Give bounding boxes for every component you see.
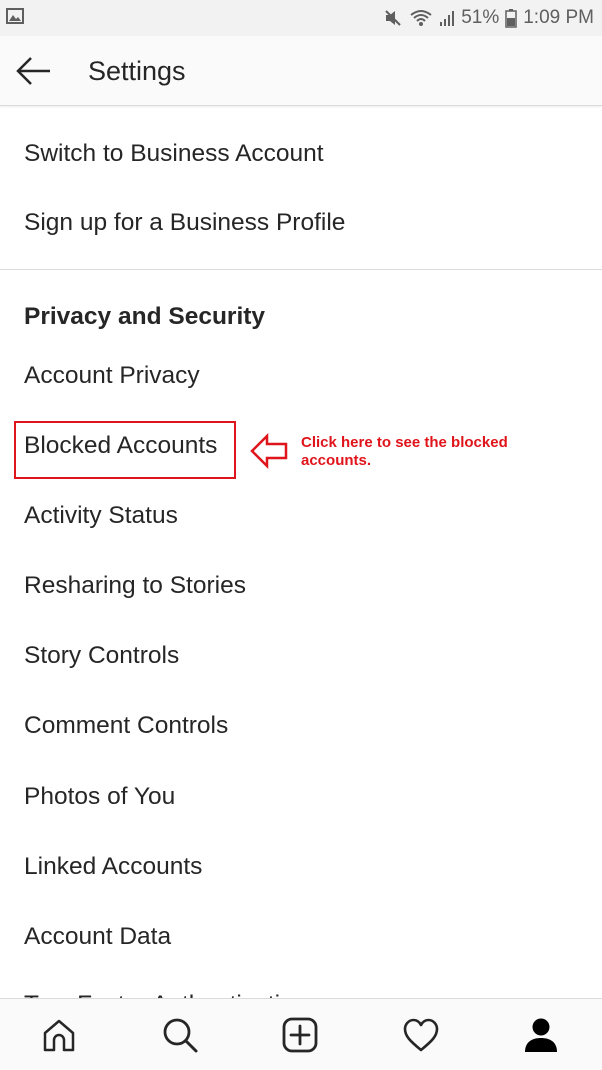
settings-list: Switch to Business Account Sign up for a…: [0, 107, 602, 998]
battery-icon: [505, 8, 517, 28]
status-bar: 51% 1:09 PM: [0, 0, 602, 36]
mute-icon: [383, 8, 403, 28]
section-title-privacy: Privacy and Security: [24, 303, 266, 330]
profile-icon: [525, 1018, 557, 1052]
linked-accounts-item[interactable]: Linked Accounts: [24, 852, 202, 882]
app-header: Settings: [0, 36, 602, 106]
highlight-box: [14, 421, 236, 479]
activity-status-item[interactable]: Activity Status: [24, 501, 178, 531]
arrow-left-icon: [16, 57, 50, 85]
page-title: Settings: [88, 56, 186, 86]
home-icon: [43, 1019, 75, 1052]
add-post-icon: [282, 1017, 318, 1053]
photos-of-you-item[interactable]: Photos of You: [24, 782, 175, 812]
sign-up-business-profile[interactable]: Sign up for a Business Profile: [24, 208, 345, 238]
divider: [0, 269, 602, 270]
back-button[interactable]: [14, 54, 54, 88]
nav-add-post-button[interactable]: [280, 1015, 320, 1055]
nav-profile-button[interactable]: [521, 1015, 561, 1055]
arrow-left-annotation-icon: [250, 432, 288, 470]
story-controls-item[interactable]: Story Controls: [24, 641, 179, 671]
account-data-item[interactable]: Account Data: [24, 922, 171, 952]
resharing-to-stories-item[interactable]: Resharing to Stories: [24, 571, 246, 601]
nav-home-button[interactable]: [39, 1015, 79, 1055]
account-privacy-item[interactable]: Account Privacy: [24, 361, 200, 391]
annotation-text: Click here to see the blocked accounts.: [301, 434, 508, 469]
clock: 1:09 PM: [523, 7, 594, 28]
battery-percent: 51%: [461, 7, 500, 28]
nav-search-button[interactable]: [160, 1015, 200, 1055]
nav-activity-button[interactable]: [401, 1015, 441, 1055]
two-factor-authentication-item[interactable]: Two-Factor Authentication: [24, 990, 307, 998]
comment-controls-item[interactable]: Comment Controls: [24, 711, 228, 741]
signal-icon: [439, 8, 455, 28]
switch-to-business-account[interactable]: Switch to Business Account: [24, 139, 324, 169]
bottom-navigation: [0, 998, 602, 1070]
wifi-icon: [409, 8, 433, 28]
status-icons: 51% 1:09 PM: [383, 4, 594, 32]
image-notification-icon: [6, 8, 24, 24]
heart-icon: [403, 1018, 439, 1052]
search-icon: [163, 1018, 198, 1053]
